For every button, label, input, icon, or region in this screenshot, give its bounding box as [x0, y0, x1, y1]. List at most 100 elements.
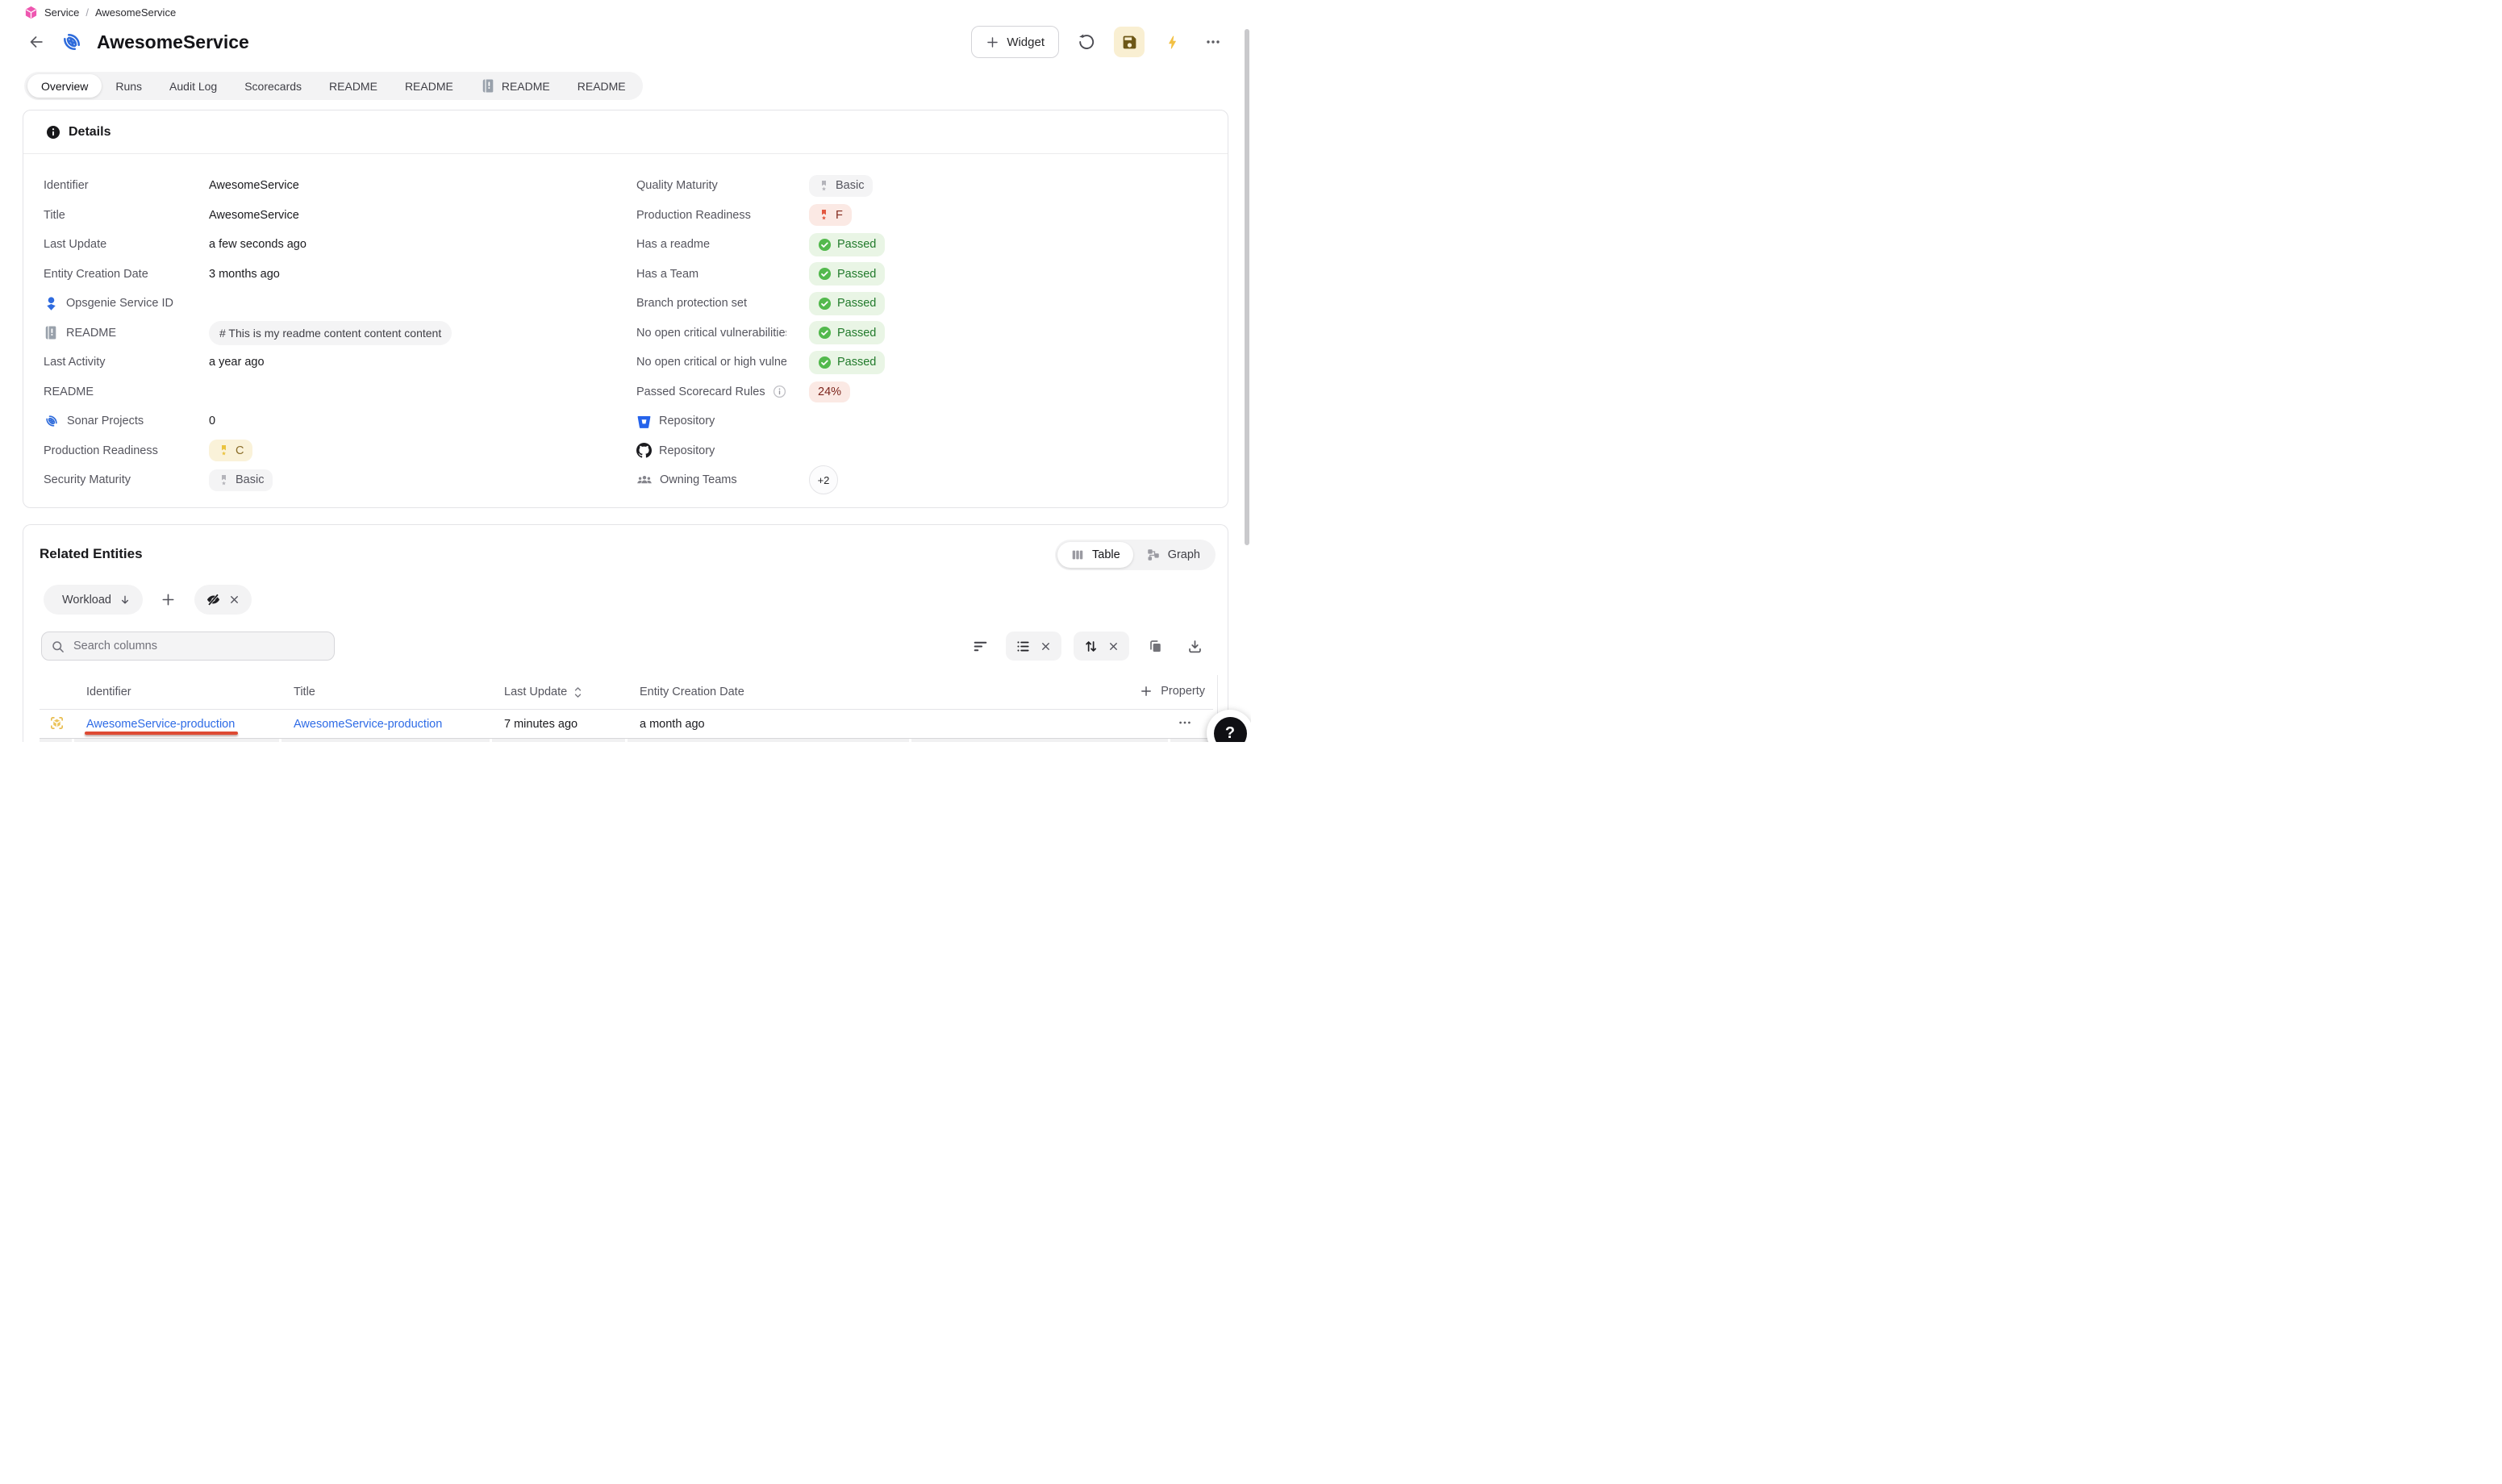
detail-label: Sonar Projects: [44, 413, 209, 429]
detail-row-has-a-team: Has a TeamPassed: [636, 260, 1228, 290]
plus-icon: [1140, 685, 1153, 698]
tab-runs-1[interactable]: Runs: [102, 74, 156, 98]
title-cell: AwesomeService-production: [279, 718, 490, 731]
detail-row-readme: README# This is my readme content conten…: [44, 319, 636, 348]
view-toggle-table[interactable]: Table: [1057, 542, 1133, 568]
details-card: Details IdentifierAwesomeServiceTitleAwe…: [23, 110, 1228, 508]
detail-value: AwesomeService: [209, 179, 299, 192]
detail-label: Branch protection set: [636, 297, 809, 310]
info-tooltip-icon[interactable]: [773, 385, 786, 398]
close-icon[interactable]: [1107, 640, 1120, 652]
detail-label: Opsgenie Service ID: [44, 296, 209, 311]
tab-overview-0[interactable]: Overview: [27, 74, 102, 98]
tab-label: README: [578, 80, 626, 93]
save-button[interactable]: [1114, 27, 1145, 57]
medal-icon: [818, 209, 830, 221]
identifier-link[interactable]: AwesomeService-production: [86, 718, 235, 731]
close-icon[interactable]: [228, 594, 240, 606]
tab-label: Scorecards: [244, 80, 302, 93]
status-badge: Passed: [809, 351, 885, 374]
detail-label: Last Activity: [44, 356, 209, 369]
eye-off-icon: [206, 592, 221, 607]
detail-row-security-maturity: Security MaturityBasic: [44, 465, 636, 495]
table-view-icon: [1070, 548, 1085, 562]
detail-row-repository: Repository: [636, 406, 1228, 436]
row-actions-button[interactable]: [1178, 715, 1192, 730]
service-cube-icon: [24, 6, 38, 19]
add-relation-button[interactable]: [155, 586, 182, 614]
grade-badge: Basic: [209, 469, 273, 491]
column-header-identifier: Identifier: [72, 686, 279, 698]
github-icon: [636, 443, 652, 458]
detail-label: Quality Maturity: [636, 179, 809, 192]
details-title: Details: [69, 125, 111, 140]
filter-icon[interactable]: [966, 632, 994, 660]
detail-row-sonar-projects: Sonar Projects0: [44, 406, 636, 436]
scrollbar-thumb[interactable]: [1245, 29, 1249, 545]
detail-label: Entity Creation Date: [44, 268, 209, 281]
tab-scorecards-3[interactable]: Scorecards: [231, 74, 315, 98]
detail-row-has-a-readme: Has a readmePassed: [636, 230, 1228, 260]
plus-icon: [986, 35, 999, 49]
check-circle-icon: [818, 356, 832, 369]
more-actions-button[interactable]: [1199, 28, 1227, 56]
detail-row-last-update: Last Updatea few seconds ago: [44, 230, 636, 260]
undo-button[interactable]: [1073, 28, 1100, 56]
tab-label: README: [329, 80, 377, 93]
count-badge[interactable]: +2: [809, 465, 838, 494]
detail-row-title: TitleAwesomeService: [44, 201, 636, 231]
detail-label: Security Maturity: [44, 473, 209, 486]
hidden-filter-chip[interactable]: [194, 585, 252, 615]
workload-icon: [49, 715, 65, 731]
medal-icon: [218, 444, 230, 456]
column-header-last-update[interactable]: Last Update: [490, 686, 625, 699]
breadcrumb: Service / AwesomeService: [24, 6, 176, 19]
tab-readme-6[interactable]: README: [467, 74, 564, 98]
tab-readme-7[interactable]: README: [564, 74, 640, 98]
group-by-chip[interactable]: [1006, 632, 1061, 661]
detail-label: Has a readme: [636, 238, 809, 251]
page-header: AwesomeService Widget: [23, 25, 1227, 59]
detail-label: Passed Scorecard Rules: [636, 385, 809, 398]
sort-icon: [1083, 639, 1099, 654]
breadcrumb-current: AwesomeService: [95, 6, 176, 19]
view-toggle-graph[interactable]: Graph: [1133, 542, 1213, 568]
team-icon: [636, 472, 653, 488]
detail-row-last-activity: Last Activitya year ago: [44, 348, 636, 377]
copy-icon[interactable]: [1141, 632, 1169, 660]
title-link[interactable]: AwesomeService-production: [294, 718, 442, 731]
add-property-button[interactable]: Property: [1140, 685, 1205, 698]
tab-audit-log-2[interactable]: Audit Log: [156, 74, 231, 98]
entity-type-chip[interactable]: Workload: [44, 585, 143, 615]
check-circle-icon: [818, 297, 832, 311]
detail-label: README: [44, 325, 209, 340]
readme-snippet: # This is my readme content content cont…: [209, 321, 452, 345]
lightning-button[interactable]: [1158, 28, 1186, 56]
medal-icon: [818, 180, 830, 192]
close-icon[interactable]: [1040, 640, 1052, 652]
check-circle-icon: [818, 326, 832, 340]
sort-chip[interactable]: [1074, 632, 1129, 661]
back-button[interactable]: [23, 28, 50, 56]
view-toggle: TableGraph: [1055, 540, 1216, 570]
details-right-column: Quality MaturityBasicProduction Readines…: [636, 171, 1228, 495]
bitbucket-icon: [636, 414, 652, 429]
entity-creation-date-cell: a month ago: [625, 718, 909, 731]
search-columns-input[interactable]: [72, 639, 325, 653]
detail-label: Has a Team: [636, 268, 809, 281]
download-icon[interactable]: [1181, 632, 1208, 660]
column-header-title: Title: [279, 686, 490, 698]
table-row: AwesomeService-production AwesomeService-…: [40, 710, 1213, 739]
list-icon: [1015, 639, 1031, 654]
info-icon: [46, 125, 60, 140]
tab-readme-4[interactable]: README: [315, 74, 391, 98]
breadcrumb-root[interactable]: Service: [44, 6, 79, 19]
add-widget-button[interactable]: Widget: [971, 26, 1059, 58]
graph-view-icon: [1146, 548, 1161, 562]
detail-label: Title: [44, 209, 209, 222]
last-update-cell: 7 minutes ago: [490, 718, 625, 731]
tab-readme-5[interactable]: README: [391, 74, 467, 98]
detail-value: a year ago: [209, 356, 265, 369]
search-columns-field[interactable]: [41, 632, 335, 661]
medal-icon: [218, 474, 230, 486]
